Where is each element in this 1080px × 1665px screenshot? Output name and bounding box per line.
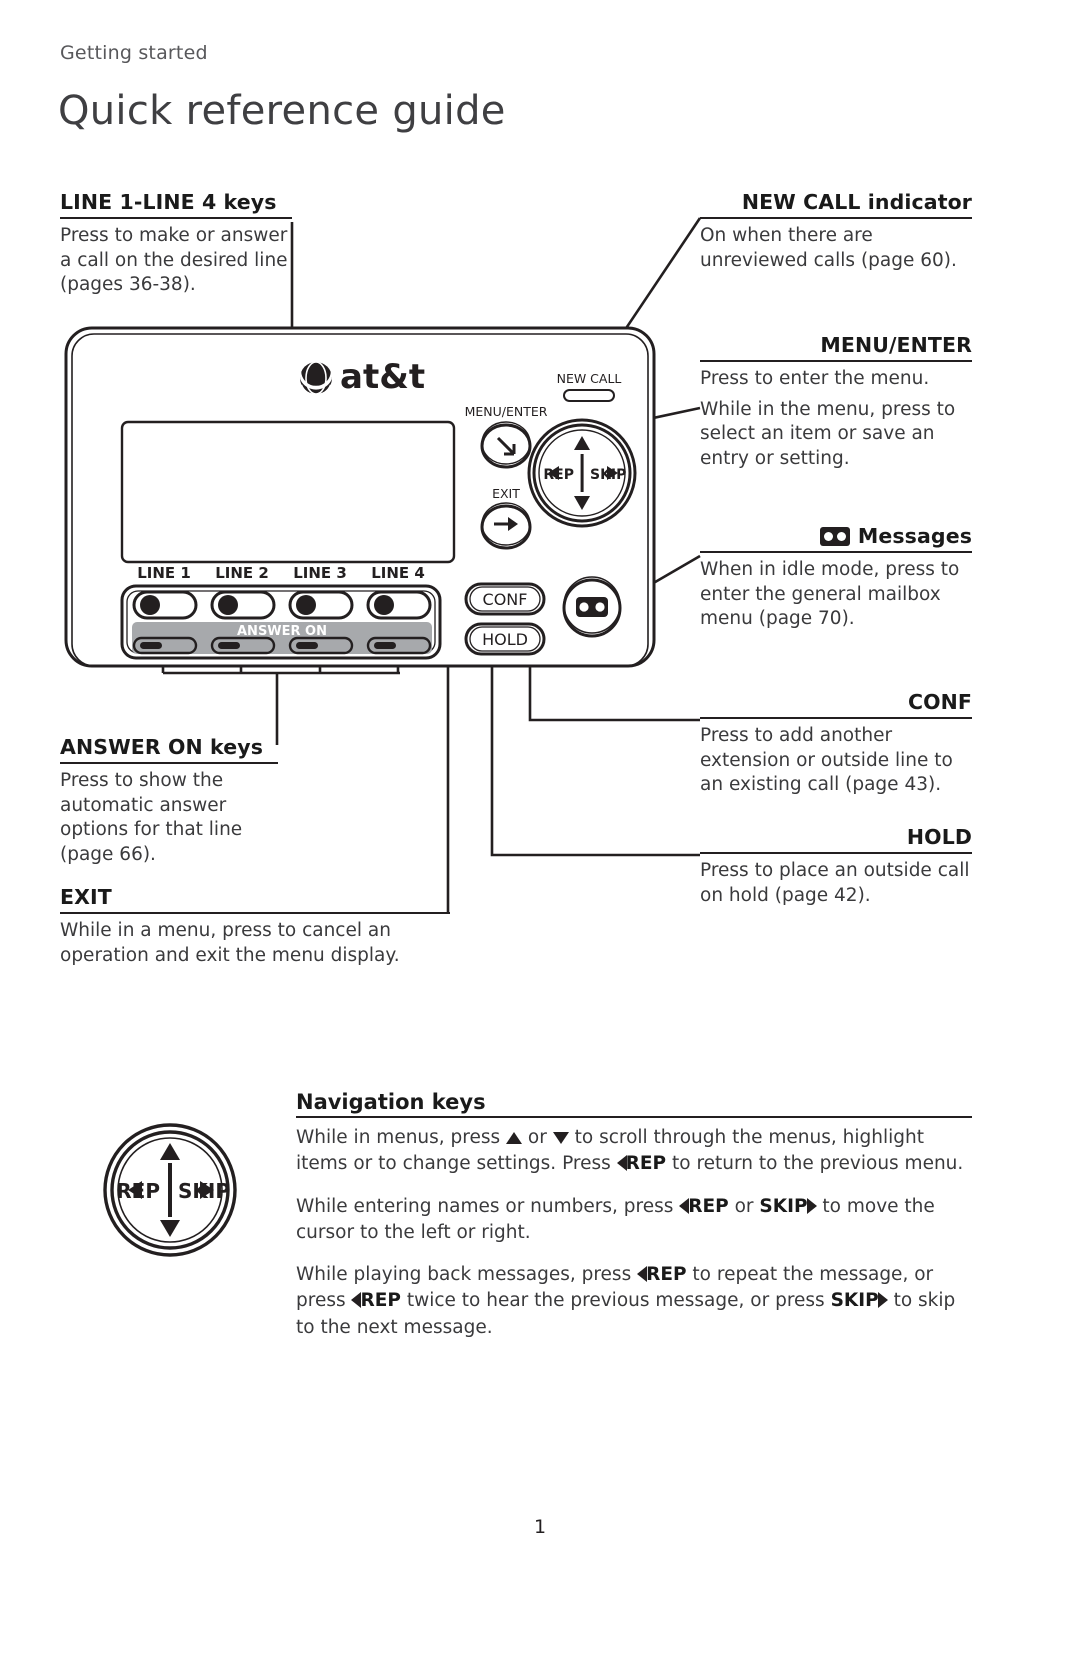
callout-rule bbox=[60, 217, 292, 219]
nav-p1-d: to return to the previous menu. bbox=[666, 1153, 964, 1175]
nav-p3-c: twice to hear the previous message, or p… bbox=[400, 1290, 831, 1312]
callout-messages-body: When in idle mode, press to enter the ge… bbox=[700, 559, 960, 630]
new-call-led bbox=[563, 389, 615, 402]
callout-new-call-heading: NEW CALL indicator bbox=[741, 190, 972, 214]
callout-new-call-body: On when there are unreviewed calls (page… bbox=[700, 225, 957, 271]
callout-line-keys-heading: LINE 1-LINE 4 keys bbox=[60, 190, 277, 214]
hold-label: HOLD bbox=[482, 630, 528, 649]
callout-rule bbox=[60, 912, 450, 914]
nav-p1-a: While in menus, press bbox=[296, 1127, 507, 1148]
quick-reference-page: Getting started Quick reference guide LI… bbox=[0, 0, 1080, 1665]
cassette-icon bbox=[819, 526, 850, 546]
callout-menu-enter-body-1: Press to enter the menu. bbox=[700, 368, 930, 389]
navigation-paragraph-1: While in menus, press or to scroll throu… bbox=[296, 1125, 972, 1178]
callout-hold-body: Press to place an outside call on hold (… bbox=[700, 860, 970, 906]
triangle-down-icon bbox=[552, 1132, 569, 1144]
nav-p2-rep: REP bbox=[688, 1195, 729, 1217]
running-head: Getting started bbox=[60, 42, 208, 64]
nav-p1-rep: REP bbox=[625, 1153, 667, 1175]
nav-p2-skip: SKIP bbox=[759, 1195, 808, 1217]
callout-conf-heading: CONF bbox=[907, 690, 972, 714]
callout-rule bbox=[700, 852, 972, 854]
line-2-label: LINE 2 bbox=[215, 564, 269, 582]
callout-conf: CONF Press to add another extension or o… bbox=[700, 690, 972, 798]
navigation-wheel-diagram: REP SKIP bbox=[68, 1105, 273, 1275]
messages-key bbox=[562, 576, 622, 638]
callout-line-keys: LINE 1-LINE 4 keys Press to make or answ… bbox=[60, 190, 292, 298]
exit-label: EXIT bbox=[492, 486, 520, 501]
wheel-rep-label: REP bbox=[543, 467, 574, 483]
phone-illustration: at&t NEW CALL MENU/ENTER REP EXIT LINE 1… bbox=[62, 310, 662, 670]
line-1-label: LINE 1 bbox=[137, 564, 191, 582]
callout-messages: Messages When in idle mode, press to ent… bbox=[700, 524, 972, 632]
nav-p2-b: or bbox=[728, 1195, 760, 1217]
triangle-up-icon bbox=[506, 1132, 523, 1144]
navigation-paragraph-3: While playing back messages, press REP t… bbox=[296, 1262, 972, 1341]
navigation-keys-heading: Navigation keys bbox=[296, 1090, 486, 1114]
answer-on-label: ANSWER ON bbox=[237, 624, 327, 639]
callout-new-call: NEW CALL indicator On when there are unr… bbox=[700, 190, 972, 273]
callout-messages-heading: Messages bbox=[857, 524, 972, 548]
callout-messages-heading-row: Messages bbox=[700, 524, 972, 551]
att-logo-icon bbox=[298, 361, 334, 397]
callout-hold: HOLD Press to place an outside call on h… bbox=[700, 825, 972, 908]
nav-p3-a: While playing back messages, press bbox=[296, 1264, 638, 1286]
hold-key: HOLD bbox=[464, 622, 546, 656]
new-call-label: NEW CALL bbox=[557, 371, 622, 386]
callout-menu-enter: MENU/ENTER Press to enter the menu. Whil… bbox=[700, 333, 972, 471]
wheel-rep-label: REP bbox=[116, 1179, 160, 1203]
nav-p3-rep2: REP bbox=[360, 1290, 401, 1312]
page-number: 1 bbox=[533, 1516, 547, 1538]
nav-p2-a: While entering names or numbers, press bbox=[296, 1195, 680, 1217]
callout-line-keys-body: Press to make or answer a call on the de… bbox=[60, 225, 288, 296]
att-wordmark: at&t bbox=[340, 357, 425, 397]
page-title: Quick reference guide bbox=[58, 88, 506, 134]
callout-answer-on-body: Press to show the automatic answer optio… bbox=[60, 770, 243, 865]
phone-navigation-wheel: REP SKIP bbox=[527, 418, 637, 528]
callout-rule bbox=[700, 217, 972, 219]
navigation-keys-block: Navigation keys While in menus, press or… bbox=[296, 1090, 972, 1357]
line-3-label: LINE 3 bbox=[293, 564, 347, 582]
lcd-display bbox=[120, 420, 456, 564]
nav-p3-rep1: REP bbox=[646, 1264, 687, 1286]
callout-menu-enter-body-2: While in the menu, press to select an it… bbox=[700, 398, 956, 469]
callout-exit: EXIT While in a menu, press to cancel an… bbox=[60, 885, 450, 968]
callout-rule bbox=[700, 551, 972, 553]
triangle-right-icon bbox=[806, 1197, 817, 1214]
nav-p3-skip: SKIP bbox=[830, 1290, 879, 1312]
navigation-paragraph-2: While entering names or numbers, press R… bbox=[296, 1194, 972, 1247]
callout-hold-heading: HOLD bbox=[906, 825, 972, 849]
callout-exit-body: While in a menu, press to cancel an oper… bbox=[60, 920, 400, 966]
conf-label: CONF bbox=[483, 590, 528, 609]
triangle-right-icon bbox=[877, 1292, 888, 1309]
line-4-label: LINE 4 bbox=[371, 564, 425, 582]
callout-rule bbox=[700, 360, 972, 362]
conf-key: CONF bbox=[464, 582, 546, 616]
callout-rule bbox=[700, 717, 972, 719]
menu-enter-label: MENU/ENTER bbox=[465, 404, 548, 419]
callout-rule bbox=[60, 762, 278, 764]
callout-menu-enter-heading: MENU/ENTER bbox=[820, 333, 972, 357]
nav-p1-b: or bbox=[522, 1127, 553, 1148]
callout-rule bbox=[296, 1116, 972, 1118]
callout-answer-on: ANSWER ON keys Press to show the automat… bbox=[60, 735, 278, 867]
exit-key bbox=[480, 502, 532, 550]
callout-exit-heading: EXIT bbox=[60, 885, 112, 909]
callout-conf-body: Press to add another extension or outsid… bbox=[700, 725, 953, 796]
menu-enter-key bbox=[480, 421, 532, 469]
callout-answer-on-heading: ANSWER ON keys bbox=[60, 735, 263, 759]
